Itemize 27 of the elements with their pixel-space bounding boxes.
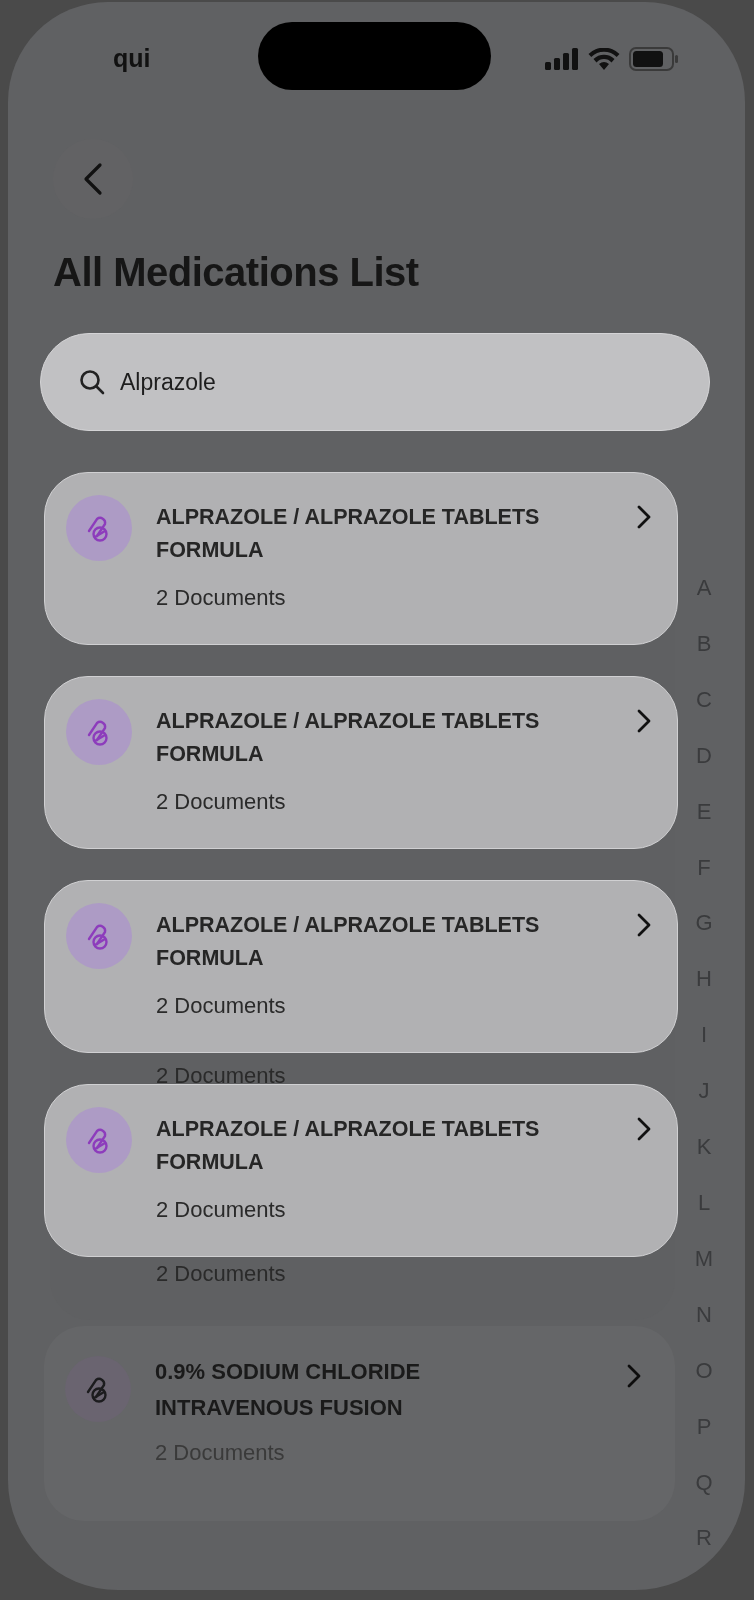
medication-name: ALPRAZOLE / ALPRAZOLE TABLETS FORMULA bbox=[156, 504, 541, 564]
chevron-right-icon bbox=[637, 913, 651, 937]
search-field[interactable]: Alprazole bbox=[40, 333, 710, 431]
medication-name: ALPRAZOLE / ALPRAZOLE TABLETS FORMULA bbox=[156, 1116, 541, 1176]
medication-card[interactable]: ALPRAZOLE / ALPRAZOLE TABLETS FORMULA 2 Documents bbox=[44, 676, 678, 849]
document-count: 2 Documents bbox=[156, 1261, 287, 1287]
signal-icon bbox=[545, 48, 579, 70]
document-count: 2 Documents bbox=[156, 1197, 287, 1223]
chevron-right-icon bbox=[637, 505, 651, 529]
chevron-right-icon bbox=[627, 1364, 641, 1388]
document-count: 2 Documents bbox=[156, 585, 287, 611]
wifi-icon bbox=[588, 48, 620, 70]
chevron-right-icon bbox=[637, 1117, 651, 1141]
medication-card[interactable]: ALPRAZOLE / ALPRAZOLE TABLETS FORMULA 2 Documents bbox=[44, 1084, 678, 1257]
medication-name: ALPRAZOLE / ALPRAZOLE TABLETS FORMULA bbox=[156, 912, 541, 972]
medication-card[interactable]: ALPRAZOLE / ALPRAZOLE TABLETS FORMULA 2 Documents bbox=[44, 472, 678, 645]
document-count: 2 Documents bbox=[156, 993, 287, 1019]
medication-name: 0.9% SODIUM CHLORIDE INTRAVENOUS FUSION bbox=[155, 1358, 422, 1422]
document-count: 2 Documents bbox=[156, 789, 287, 815]
medication-name: ALPRAZOLE / ALPRAZOLE TABLETS FORMULA bbox=[156, 708, 541, 768]
page-title: All Medications List bbox=[53, 249, 420, 296]
chevron-right-icon bbox=[637, 709, 651, 733]
battery-icon bbox=[629, 47, 679, 71]
status-carrier: qui bbox=[113, 43, 151, 73]
chevron-left-icon bbox=[83, 162, 103, 196]
medication-card[interactable]: ALPRAZOLE / ALPRAZOLE TABLETS FORMULA 2 Documents bbox=[44, 880, 678, 1053]
search-icon bbox=[79, 369, 105, 395]
